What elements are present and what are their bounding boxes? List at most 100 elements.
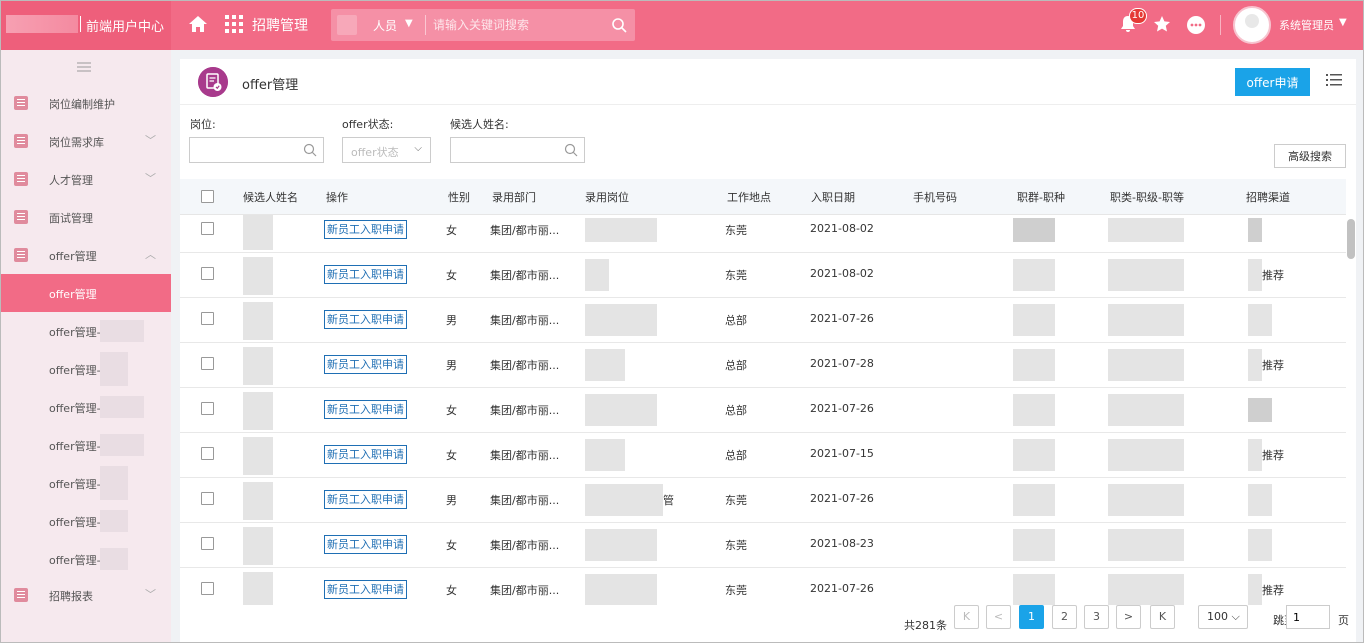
search-icon[interactable] — [611, 17, 627, 33]
table-row[interactable]: 新员工入职申请 男 集团/都市丽... 总部 2021-07-28 推荐 — [180, 343, 1346, 388]
avatar[interactable] — [1233, 6, 1271, 44]
column-header[interactable]: 入职日期 — [811, 189, 855, 205]
date-cell: 2021-07-28 — [810, 357, 874, 370]
table-row[interactable]: 新员工入职申请 男 集团/都市丽... 总部 2021-07-26 — [180, 298, 1346, 343]
user-name[interactable]: 系统管理员 — [1279, 17, 1334, 33]
redacted-job-level — [1108, 218, 1184, 242]
row-checkbox[interactable] — [201, 537, 214, 550]
sidebar-subitem-label: offer管理- — [49, 326, 101, 339]
sidebar-subitem-offer-active[interactable]: offer管理 — [0, 274, 171, 312]
column-header[interactable]: 职类-职级-职等 — [1110, 189, 1184, 205]
chevron-down-icon[interactable]: ▼ — [405, 18, 413, 29]
search-category[interactable]: 人员 — [373, 17, 397, 34]
table-row[interactable]: 新员工入职申请 女 集团/都市丽... 东莞 2021-07-26 推荐 — [180, 568, 1346, 605]
column-header[interactable]: 录用岗位 — [585, 189, 629, 205]
select-all-checkbox[interactable] — [201, 190, 214, 203]
onboarding-apply-link[interactable]: 新员工入职申请 — [324, 400, 407, 419]
sidebar-item-recruit-report[interactable]: 招聘报表 ﹀ — [0, 576, 171, 614]
row-checkbox[interactable] — [201, 267, 214, 280]
category-icon[interactable] — [337, 15, 357, 35]
row-checkbox[interactable] — [201, 402, 214, 415]
row-checkbox[interactable] — [201, 312, 214, 325]
sidebar-subitem[interactable]: offer管理- — [0, 312, 171, 350]
sidebar-item-interview[interactable]: 面试管理 — [0, 198, 171, 236]
column-header[interactable]: 候选人姓名 — [243, 189, 298, 205]
location-cell: 东莞 — [725, 539, 747, 552]
row-checkbox[interactable] — [201, 357, 214, 370]
apps-grid-icon[interactable] — [225, 15, 243, 33]
table-row[interactable]: 新员工入职申请 女 集团/都市丽... 东莞 2021-08-02 — [180, 215, 1346, 253]
column-header[interactable]: 工作地点 — [727, 189, 771, 205]
position-filter-input[interactable] — [189, 137, 324, 163]
gender-cell: 女 — [446, 449, 457, 462]
module-title[interactable]: 招聘管理 — [252, 15, 308, 35]
list-view-icon[interactable] — [1326, 72, 1342, 88]
last-page-button[interactable]: K — [1150, 605, 1175, 629]
dept-cell: 集团/都市丽... — [490, 449, 560, 462]
sidebar-subitem[interactable]: offer管理- — [0, 388, 171, 426]
row-checkbox[interactable] — [201, 582, 214, 595]
more-chat-icon[interactable] — [1186, 15, 1206, 35]
status-filter-select[interactable]: offer状态 ⌵ — [342, 137, 431, 163]
column-header[interactable]: 招聘渠道 — [1246, 189, 1290, 205]
sidebar-item-offer[interactable]: offer管理 ︿ — [0, 236, 171, 274]
page-button[interactable]: 2 — [1052, 605, 1077, 629]
candidate-filter-input[interactable] — [450, 137, 585, 163]
onboarding-apply-link[interactable]: 新员工入职申请 — [324, 490, 407, 509]
date-cell: 2021-07-26 — [810, 312, 874, 325]
home-icon[interactable] — [188, 14, 208, 34]
onboarding-apply-link[interactable]: 新员工入职申请 — [324, 445, 407, 464]
search-icon[interactable] — [564, 143, 578, 157]
column-header[interactable]: 录用部门 — [492, 189, 536, 205]
table-row[interactable]: 新员工入职申请 女 集团/都市丽... 东莞 2021-08-23 — [180, 523, 1346, 568]
search-input[interactable] — [433, 13, 603, 37]
sidebar-item-position-demand[interactable]: 岗位需求库 ﹀ — [0, 122, 171, 160]
logo-area[interactable]: 前端用户中心 — [0, 0, 171, 50]
row-checkbox[interactable] — [201, 222, 214, 235]
row-checkbox[interactable] — [201, 447, 214, 460]
onboarding-apply-link[interactable]: 新员工入职申请 — [324, 355, 407, 374]
sidebar-item-position-staffing[interactable]: 岗位编制维护 — [0, 84, 171, 122]
onboarding-apply-link[interactable]: 新员工入职申请 — [324, 220, 407, 239]
sidebar-subitem[interactable]: offer管理- — [0, 426, 171, 464]
prev-page-button[interactable]: < — [986, 605, 1011, 629]
page-button[interactable]: 3 — [1084, 605, 1109, 629]
onboarding-apply-link[interactable]: 新员工入职申请 — [324, 310, 407, 329]
post-suffix-cell: 管 — [663, 494, 674, 507]
sidebar-subitem[interactable]: offer管理- — [0, 464, 171, 502]
next-page-button[interactable]: > — [1116, 605, 1141, 629]
table-row[interactable]: 新员工入职申请 女 集团/都市丽... 东莞 2021-08-02 推荐 — [180, 253, 1346, 298]
column-header[interactable]: 性别 — [448, 189, 470, 205]
offer-apply-button[interactable]: offer申请 — [1235, 68, 1310, 96]
page-button[interactable]: 1 — [1019, 605, 1044, 629]
star-icon[interactable] — [1153, 15, 1171, 33]
redacted-job-level — [1108, 394, 1184, 426]
sidebar-subitem[interactable]: offer管理- — [0, 350, 171, 388]
sidebar-item-talent[interactable]: 人才管理 ﹀ — [0, 160, 171, 198]
column-header[interactable]: 操作 — [326, 189, 348, 205]
redacted-post — [585, 574, 657, 605]
table-scrollbar[interactable] — [1347, 219, 1355, 259]
table-row[interactable]: 新员工入职申请 女 集团/都市丽... 总部 2021-07-15 推荐 — [180, 433, 1346, 478]
page-size-select[interactable]: 100 ⌵ — [1198, 605, 1248, 629]
top-bar: 前端用户中心 招聘管理 人员 ▼ 10 系统管理员 ▼ — [0, 0, 1364, 50]
column-header[interactable]: 手机号码 — [913, 189, 957, 205]
onboarding-apply-link[interactable]: 新员工入职申请 — [324, 535, 407, 554]
onboarding-apply-link[interactable]: 新员工入职申请 — [324, 265, 407, 284]
menu-collapse-icon[interactable] — [77, 62, 91, 72]
column-header[interactable]: 职群-职种 — [1017, 189, 1065, 205]
chevron-down-icon[interactable]: ▼ — [1339, 17, 1347, 28]
sidebar-subitem[interactable]: offer管理- — [0, 502, 171, 540]
redacted-job-level — [1108, 574, 1184, 605]
table-row[interactable]: 新员工入职申请 女 集团/都市丽... 总部 2021-07-26 — [180, 388, 1346, 433]
sidebar-subitem[interactable]: offer管理- — [0, 540, 171, 578]
sidebar-subitem-label: offer管理- — [49, 516, 101, 529]
row-checkbox[interactable] — [201, 492, 214, 505]
redacted-post — [585, 439, 625, 471]
table-row[interactable]: 新员工入职申请 男 集团/都市丽... 管 东莞 2021-07-26 — [180, 478, 1346, 523]
advanced-search-button[interactable]: 高级搜索 — [1274, 144, 1346, 168]
first-page-button[interactable]: K — [954, 605, 979, 629]
search-icon[interactable] — [303, 143, 317, 157]
onboarding-apply-link[interactable]: 新员工入职申请 — [324, 580, 407, 599]
jump-page-input[interactable] — [1286, 605, 1330, 629]
